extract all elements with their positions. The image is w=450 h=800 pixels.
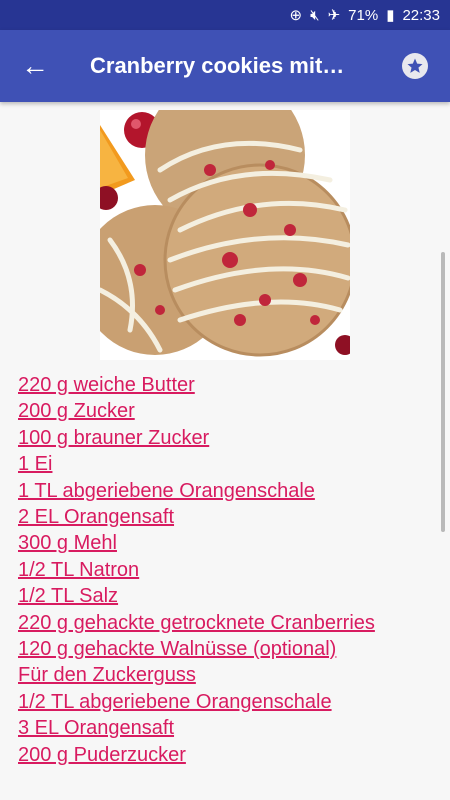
status-bar: ⊕ 🔇︎ ✈ 71% ▮ 22:33	[0, 0, 450, 30]
ingredient-link[interactable]: 220 g gehackte getrocknete Cranberries	[18, 610, 375, 636]
data-saver-icon: ⊕	[289, 6, 303, 24]
scrollbar[interactable]	[441, 252, 445, 532]
ingredient-link[interactable]: 1 TL abgeriebene Orangenschale	[18, 478, 375, 504]
ingredient-link[interactable]: 200 g Puderzucker	[18, 742, 375, 768]
ingredient-link[interactable]: 300 g Mehl	[18, 530, 375, 556]
ingredient-link[interactable]: 1/2 TL abgeriebene Orangenschale	[18, 689, 375, 715]
ingredient-link[interactable]: 1/2 TL Salz	[18, 583, 375, 609]
app-bar: ← Cranberry cookies mit…	[0, 30, 450, 102]
battery-percent: 71%	[348, 6, 379, 24]
page-title: Cranberry cookies mit…	[90, 53, 345, 78]
ingredient-link[interactable]: 3 EL Orangensaft	[18, 715, 375, 741]
ingredient-link[interactable]: 200 g Zucker	[18, 398, 375, 424]
ingredient-link[interactable]: Für den Zuckerguss	[18, 662, 375, 688]
star-icon	[402, 53, 428, 79]
mute-icon: 🔇︎	[310, 6, 320, 24]
description-text-placeholder	[18, 790, 24, 800]
recipe-photo	[100, 110, 350, 360]
ingredient-link[interactable]: 1 Ei	[18, 451, 375, 477]
clock: 22:33	[402, 6, 440, 24]
arrow-left-icon: ←	[21, 50, 49, 81]
ingredient-link[interactable]: 220 g weiche Butter	[18, 372, 375, 398]
description-text-cutoff	[18, 790, 438, 800]
ingredient-link[interactable]: 2 EL Orangensaft	[18, 504, 375, 530]
ingredient-list: 220 g weiche Butter 200 g Zucker 100 g bra…	[18, 372, 375, 768]
ingredient-link[interactable]: 120 g gehackte Walnüsse (optional)	[18, 636, 375, 662]
ingredient-link[interactable]: 100 g brauner Zucker	[18, 425, 375, 451]
ingredient-link[interactable]: 1/2 TL Natron	[18, 557, 375, 583]
back-button[interactable]: ←	[0, 30, 70, 102]
battery-icon: ▮	[386, 6, 395, 24]
recipe-content[interactable]: 220 g weiche Butter 200 g Zucker 100 g bra…	[0, 102, 450, 800]
airplane-mode-icon: ✈	[327, 6, 341, 24]
favorite-button[interactable]	[380, 30, 450, 102]
